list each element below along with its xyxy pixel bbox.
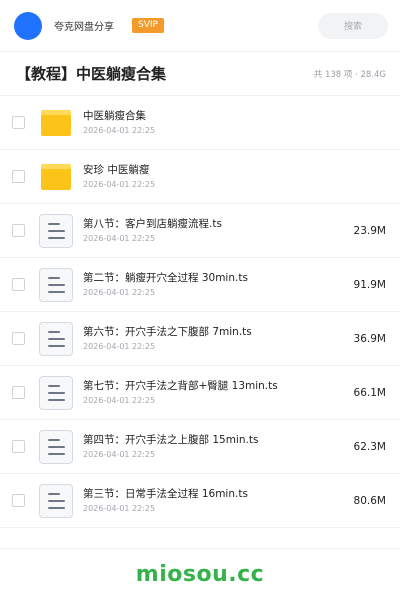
item-date: 2026-04-01 22:25 [83, 180, 156, 189]
list-item-file[interactable]: 第七节：开穴手法之背部+臀腿 13min.ts 2026-04-01 22:25… [0, 366, 400, 420]
item-name: 第三节：日常手法全过程 16min.ts [83, 488, 248, 500]
select-checkbox[interactable] [12, 278, 25, 291]
select-checkbox[interactable] [12, 116, 25, 129]
avatar[interactable] [14, 11, 42, 40]
document-icon [39, 267, 73, 302]
file-list: 中医躺瘦合集 2026-04-01 22:25 安珍 中医躺瘦 2026-04-… [0, 96, 400, 528]
item-date: 2026-04-01 22:25 [83, 450, 156, 459]
item-info: 第八节：客户到店躺瘦流程.ts 2026-04-01 22:25 [83, 217, 346, 244]
item-name: 第二节：躺瘦开穴全过程 30min.ts [83, 272, 248, 284]
item-name: 第七节：开穴手法之背部+臀腿 13min.ts [83, 380, 278, 392]
item-size: 80.6M [353, 494, 386, 507]
item-date: 2026-04-01 22:25 [83, 342, 156, 351]
item-info: 第四节：开穴手法之上腹部 15min.ts 2026-04-01 22:25 [83, 433, 346, 460]
search-button[interactable]: 搜索 [318, 12, 388, 39]
item-info: 安珍 中医躺瘦 2026-04-01 22:25 [83, 163, 386, 190]
document-icon [39, 321, 73, 356]
item-name: 第六节：开穴手法之下腹部 7min.ts [83, 326, 252, 338]
select-checkbox[interactable] [12, 170, 25, 183]
document-icon [39, 429, 73, 464]
item-info: 第二节：躺瘦开穴全过程 30min.ts 2026-04-01 22:25 [83, 271, 346, 298]
item-info: 第七节：开穴手法之背部+臀腿 13min.ts 2026-04-01 22:25 [83, 379, 346, 406]
document-icon [39, 483, 73, 518]
item-size: 62.3M [353, 440, 386, 453]
document-icon [39, 375, 73, 410]
select-checkbox[interactable] [12, 494, 25, 507]
svip-badge: SVIP [132, 18, 164, 33]
watermark: miosou.cc [0, 548, 400, 600]
item-info: 中医躺瘦合集 2026-04-01 22:25 [83, 109, 386, 136]
list-item-file[interactable]: 第三节：日常手法全过程 16min.ts 2026-04-01 22:25 80… [0, 474, 400, 528]
document-icon [39, 213, 73, 248]
item-name: 第八节：客户到店躺瘦流程.ts [83, 218, 222, 230]
watermark-text: miosou.cc [135, 562, 265, 587]
item-name: 第四节：开穴手法之上腹部 15min.ts [83, 434, 259, 446]
item-size: 23.9M [353, 224, 386, 237]
select-checkbox[interactable] [12, 224, 25, 237]
folder-icon [39, 160, 73, 194]
item-count-size: 共 138 项 · 28.4G [313, 69, 386, 80]
list-item-file[interactable]: 第四节：开穴手法之上腹部 15min.ts 2026-04-01 22:25 6… [0, 420, 400, 474]
top-bar: 夸克网盘分享 SVIP 搜索 [0, 0, 400, 52]
item-date: 2026-04-01 22:25 [83, 288, 156, 297]
item-name: 中医躺瘦合集 [83, 110, 146, 122]
item-info: 第三节：日常手法全过程 16min.ts 2026-04-01 22:25 [83, 487, 346, 514]
share-header: 【教程】中医躺瘦合集 共 138 项 · 28.4G [0, 52, 400, 96]
app-name: 夸克网盘分享 [54, 22, 114, 33]
list-item-file[interactable]: 第六节：开穴手法之下腹部 7min.ts 2026-04-01 22:25 36… [0, 312, 400, 366]
item-date: 2026-04-01 22:25 [83, 504, 156, 513]
list-item-file[interactable]: 第二节：躺瘦开穴全过程 30min.ts 2026-04-01 22:25 91… [0, 258, 400, 312]
list-item-folder[interactable]: 安珍 中医躺瘦 2026-04-01 22:25 [0, 150, 400, 204]
list-item-folder[interactable]: 中医躺瘦合集 2026-04-01 22:25 [0, 96, 400, 150]
item-size: 66.1M [353, 386, 386, 399]
select-checkbox[interactable] [12, 332, 25, 345]
folder-icon [39, 106, 73, 140]
item-size: 91.9M [353, 278, 386, 291]
item-date: 2026-04-01 22:25 [83, 396, 156, 405]
item-info: 第六节：开穴手法之下腹部 7min.ts 2026-04-01 22:25 [83, 325, 346, 352]
list-item-file[interactable]: 第八节：客户到店躺瘦流程.ts 2026-04-01 22:25 23.9M [0, 204, 400, 258]
select-checkbox[interactable] [12, 440, 25, 453]
item-date: 2026-04-01 22:25 [83, 126, 156, 135]
item-date: 2026-04-01 22:25 [83, 234, 156, 243]
select-checkbox[interactable] [12, 386, 25, 399]
item-name: 安珍 中医躺瘦 [83, 164, 150, 176]
item-size: 36.9M [353, 332, 386, 345]
page-title: 【教程】中医躺瘦合集 [16, 65, 167, 83]
